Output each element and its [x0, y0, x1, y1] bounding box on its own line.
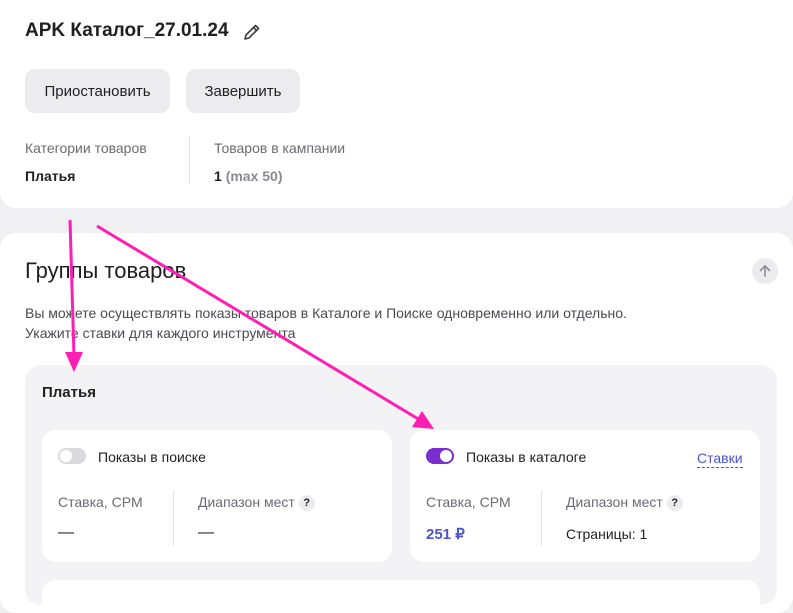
catalog-rate-value[interactable]: 251 ₽ [426, 525, 465, 543]
collapse-button[interactable] [752, 258, 778, 284]
products-count-value: 1 [214, 168, 222, 184]
edit-pencil-icon[interactable] [242, 22, 262, 42]
products-max: (max 50) [225, 168, 283, 184]
section-title: Группы товаров [25, 258, 187, 283]
products-count: 1 (max 50) [214, 168, 283, 184]
catalog-range-text: Диапазон мест [566, 494, 663, 510]
pause-button[interactable]: Приостановить [25, 69, 170, 113]
catalog-col-divider [541, 490, 542, 546]
rates-link[interactable]: Ставки [697, 450, 743, 468]
toggle-knob [60, 450, 72, 462]
description-line-2: Укажите ставки для каждого инструмента [25, 325, 296, 341]
catalog-shows-label: Показы в каталоге [466, 449, 587, 465]
catalog-range-label: Диапазон мест? [566, 494, 683, 512]
search-range-label: Диапазон мест? [198, 494, 315, 512]
catalog-rate-label: Ставка, CPM [426, 494, 511, 510]
search-col-divider [173, 490, 174, 546]
search-shows-toggle[interactable] [58, 448, 86, 464]
finish-button[interactable]: Завершить [186, 69, 300, 113]
categories-label: Категории товаров [25, 140, 147, 156]
catalog-shows-toggle[interactable] [426, 448, 454, 464]
search-range-text: Диапазон мест [198, 494, 295, 510]
catalog-range-value: Страницы: 1 [566, 526, 648, 542]
search-rate-label: Ставка, CPM [58, 494, 143, 510]
products-label: Товаров в кампании [214, 140, 346, 156]
search-shows-label: Показы в поиске [98, 449, 206, 465]
description-line-1: Вы можете осуществлять показы товаров в … [25, 305, 627, 321]
campaign-title: APK Каталог_27.01.24 [25, 20, 229, 41]
help-icon[interactable]: ? [298, 495, 315, 512]
toggle-knob [440, 450, 452, 462]
categories-value: Платья [25, 168, 76, 184]
search-rate-value: — [58, 524, 74, 541]
stats-divider [189, 136, 190, 184]
next-group-card [42, 580, 760, 610]
help-icon[interactable]: ? [666, 495, 683, 512]
search-range-value: — [198, 524, 214, 541]
section-description: Вы можете осуществлять показы товаров в … [25, 303, 745, 343]
arrow-up-icon [759, 265, 771, 277]
group-title: Платья [42, 384, 96, 401]
